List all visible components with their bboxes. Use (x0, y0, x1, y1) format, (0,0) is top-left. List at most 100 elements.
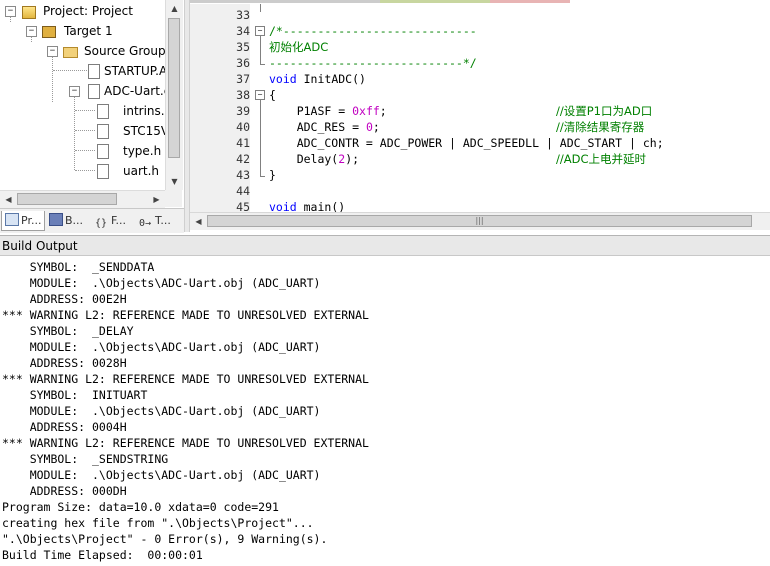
build-output-title: Build Output (2, 239, 78, 253)
scrollbar-thumb[interactable]: ||| (207, 215, 752, 227)
output-line: SYMBOL: _SENDDATA (2, 260, 155, 274)
file-icon (88, 64, 100, 79)
output-line: Build Time Elapsed: 00:00:01 (2, 548, 203, 562)
tab-functions[interactable]: {} F... (92, 211, 134, 230)
tree-item-label: intrins.h (123, 104, 165, 118)
output-line: ADDRESS: 000DH (2, 484, 127, 498)
editor-horizontal-scrollbar[interactable]: ◀ ||| (190, 212, 770, 230)
file-icon (97, 104, 109, 119)
output-line: ADDRESS: 0028H (2, 356, 127, 370)
tab-label: Pr... (21, 214, 42, 227)
tab-books[interactable]: B... (46, 211, 88, 230)
output-line: ".\Objects\Project" - 0 Error(s), 9 Warn… (2, 532, 328, 546)
scrollbar-thumb[interactable] (17, 193, 117, 205)
scroll-up-arrow-icon[interactable]: ▲ (166, 0, 183, 17)
output-line: ADDRESS: 00E2H (2, 292, 127, 306)
line-number: 34 (236, 24, 250, 38)
output-line: SYMBOL: _SENDSTRING (2, 452, 169, 466)
code-comment: ----------------------------*/ (269, 56, 477, 70)
project-pane: − Project: Project − Target 1 − Source G… (0, 0, 184, 233)
code-editor[interactable]: 33 34 35 36 37 38 39 40 41 42 43 44 45 −… (190, 0, 770, 232)
code-text: main() (296, 200, 346, 212)
code-text: ; (379, 104, 387, 118)
code-text: } (269, 168, 276, 182)
build-output-panel[interactable]: SYMBOL: _SENDDATA MODULE: .\Objects\ADC-… (0, 259, 770, 566)
fold-collapse-icon[interactable]: − (255, 26, 265, 36)
output-line: MODULE: .\Objects\ADC-Uart.obj (ADC_UART… (2, 340, 321, 354)
scrollbar-thumb[interactable] (168, 18, 180, 158)
tree-item-file[interactable]: type.h (0, 142, 165, 160)
tree-item-file[interactable]: − ADC-Uart.c (0, 82, 165, 100)
collapse-toggle-icon[interactable]: − (47, 46, 58, 57)
output-line: *** WARNING L2: REFERENCE MADE TO UNRESO… (2, 308, 369, 322)
tree-item-source-group[interactable]: − Source Group 1 (0, 42, 165, 60)
folder-icon (63, 47, 78, 58)
line-number: 41 (236, 136, 250, 150)
code-keyword: void (269, 72, 297, 86)
tree-item-file[interactable]: STC15V (0, 122, 165, 140)
line-number: 42 (236, 152, 250, 166)
code-keyword: void (269, 200, 297, 212)
tree-item-label: ADC-Uart.c (104, 84, 165, 98)
tree-item-file[interactable]: STARTUP.A (0, 62, 165, 80)
scroll-down-arrow-icon[interactable]: ▼ (166, 173, 183, 190)
tree-item-label: STC15V (123, 124, 165, 138)
collapse-toggle-icon[interactable]: − (5, 6, 16, 17)
tree-item-project[interactable]: − Project: Project (0, 2, 165, 20)
build-output-header: Build Output (0, 235, 770, 256)
collapse-toggle-icon[interactable]: − (69, 86, 80, 97)
output-line: Program Size: data=10.0 xdata=0 code=291 (2, 500, 279, 514)
line-number: 37 (236, 72, 250, 86)
code-number: 0 (365, 120, 373, 134)
tree-item-file[interactable]: intrins.h (0, 102, 165, 120)
code-text: Delay( (269, 152, 339, 166)
tree-item-label: uart.h (123, 164, 160, 178)
tree-item-label: Project: Project (43, 4, 133, 18)
code-text: ADC_RES = (269, 120, 366, 134)
line-number: 38 (236, 88, 250, 102)
code-comment: //ADC上电并延时 (556, 152, 647, 166)
line-number: 44 (236, 184, 250, 198)
line-number: 39 (236, 104, 250, 118)
fold-collapse-icon[interactable]: − (255, 90, 265, 100)
code-text: ); (345, 152, 360, 166)
collapse-toggle-icon[interactable]: − (26, 26, 37, 37)
project-tree: − Project: Project − Target 1 − Source G… (0, 0, 165, 190)
file-icon (97, 144, 109, 159)
line-number: 33 (236, 8, 250, 22)
books-tab-icon (49, 213, 63, 226)
scroll-left-arrow-icon[interactable]: ◀ (0, 191, 17, 208)
scrollbar-corner (165, 190, 182, 207)
code-area[interactable]: /*---------------------------- 初始化ADC --… (269, 4, 769, 212)
tree-item-label: Target 1 (64, 24, 113, 38)
tab-templates[interactable]: 0→ T... (136, 211, 182, 230)
code-text: { (269, 88, 276, 102)
tree-item-label: Source Group 1 (84, 44, 165, 58)
tree-horizontal-scrollbar[interactable]: ◀ ▶ (0, 190, 165, 208)
scroll-left-arrow-icon[interactable]: ◀ (190, 213, 207, 230)
tree-item-target[interactable]: − Target 1 (0, 22, 165, 40)
code-comment: //设置P1口为AD口 (556, 104, 653, 118)
scroll-right-arrow-icon[interactable]: ▶ (148, 191, 165, 208)
output-line: MODULE: .\Objects\ADC-Uart.obj (ADC_UART… (2, 468, 321, 482)
tab-project[interactable]: Pr... (1, 211, 45, 231)
templates-tab-icon: 0→ (139, 218, 152, 229)
tree-item-label: STARTUP.A (104, 64, 165, 78)
functions-tab-icon: {} (95, 218, 108, 229)
project-icon (22, 6, 36, 19)
tree-item-file[interactable]: uart.h (0, 162, 165, 180)
target-icon (42, 26, 56, 38)
code-comment: //清除结果寄存器 (556, 120, 645, 134)
tree-vertical-scrollbar[interactable]: ▲ ▼ (165, 0, 183, 190)
output-line: creating hex file from ".\Objects\Projec… (2, 516, 314, 530)
code-number: 0xff (352, 104, 380, 118)
code-text: InitADC() (296, 72, 366, 86)
code-text: ADC_CONTR = ADC_POWER | ADC_SPEEDLL | AD… (269, 136, 664, 150)
tab-label: T... (155, 214, 171, 227)
file-icon (88, 84, 100, 99)
output-line: MODULE: .\Objects\ADC-Uart.obj (ADC_UART… (2, 276, 321, 290)
line-number: 35 (236, 40, 250, 54)
code-text: ; (372, 120, 380, 134)
code-comment: 初始化ADC (269, 40, 329, 54)
file-icon (97, 124, 109, 139)
